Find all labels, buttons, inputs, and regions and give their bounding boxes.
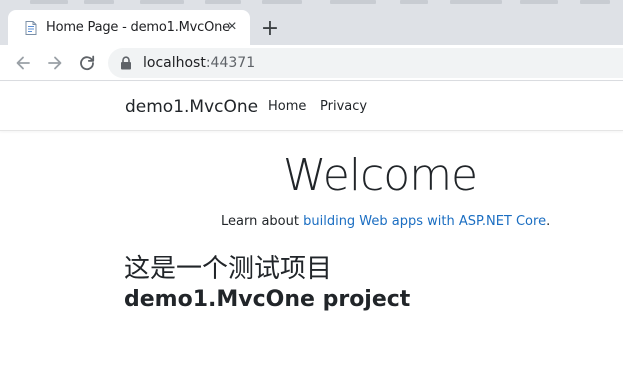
- aspnet-docs-link[interactable]: building Web apps with ASP.NET Core: [303, 214, 546, 229]
- tab-strip: Home Page - demo1.MvcOne × +: [0, 8, 623, 45]
- browser-tab[interactable]: Home Page - demo1.MvcOne ×: [8, 10, 250, 45]
- browser-toolbar: localhost:44371: [0, 45, 623, 81]
- new-tab-button[interactable]: +: [260, 18, 280, 40]
- learn-suffix: .: [546, 214, 551, 229]
- lock-icon: [120, 56, 132, 70]
- site-brand-link[interactable]: demo1.MvcOne: [125, 97, 258, 117]
- close-icon[interactable]: ×: [224, 19, 240, 35]
- reload-icon[interactable]: [77, 53, 97, 73]
- address-bar[interactable]: localhost:44371: [108, 48, 623, 78]
- project-heading: demo1.MvcOne project: [124, 287, 411, 312]
- nav-link-privacy[interactable]: Privacy: [320, 99, 367, 114]
- tab-title: Home Page - demo1.MvcOne: [46, 20, 230, 35]
- nav-link-home[interactable]: Home: [268, 99, 306, 114]
- site-navbar: demo1.MvcOne Home Privacy: [0, 82, 623, 131]
- forward-arrow-icon[interactable]: [45, 53, 65, 73]
- chinese-heading: 这是一个测试项目: [124, 254, 333, 284]
- url-port: :44371: [205, 55, 256, 71]
- web-page: demo1.MvcOne Home Privacy Welcome Learn …: [0, 82, 623, 365]
- document-icon: [23, 20, 39, 36]
- back-arrow-icon[interactable]: [13, 53, 33, 73]
- url-text: localhost:44371: [143, 55, 255, 71]
- welcome-heading: Welcome: [282, 150, 478, 201]
- background-window-strip: [0, 0, 623, 8]
- learn-prefix: Learn about: [221, 214, 304, 229]
- url-host: localhost: [143, 55, 206, 71]
- learn-about-text: Learn about building Web apps with ASP.N…: [221, 214, 550, 229]
